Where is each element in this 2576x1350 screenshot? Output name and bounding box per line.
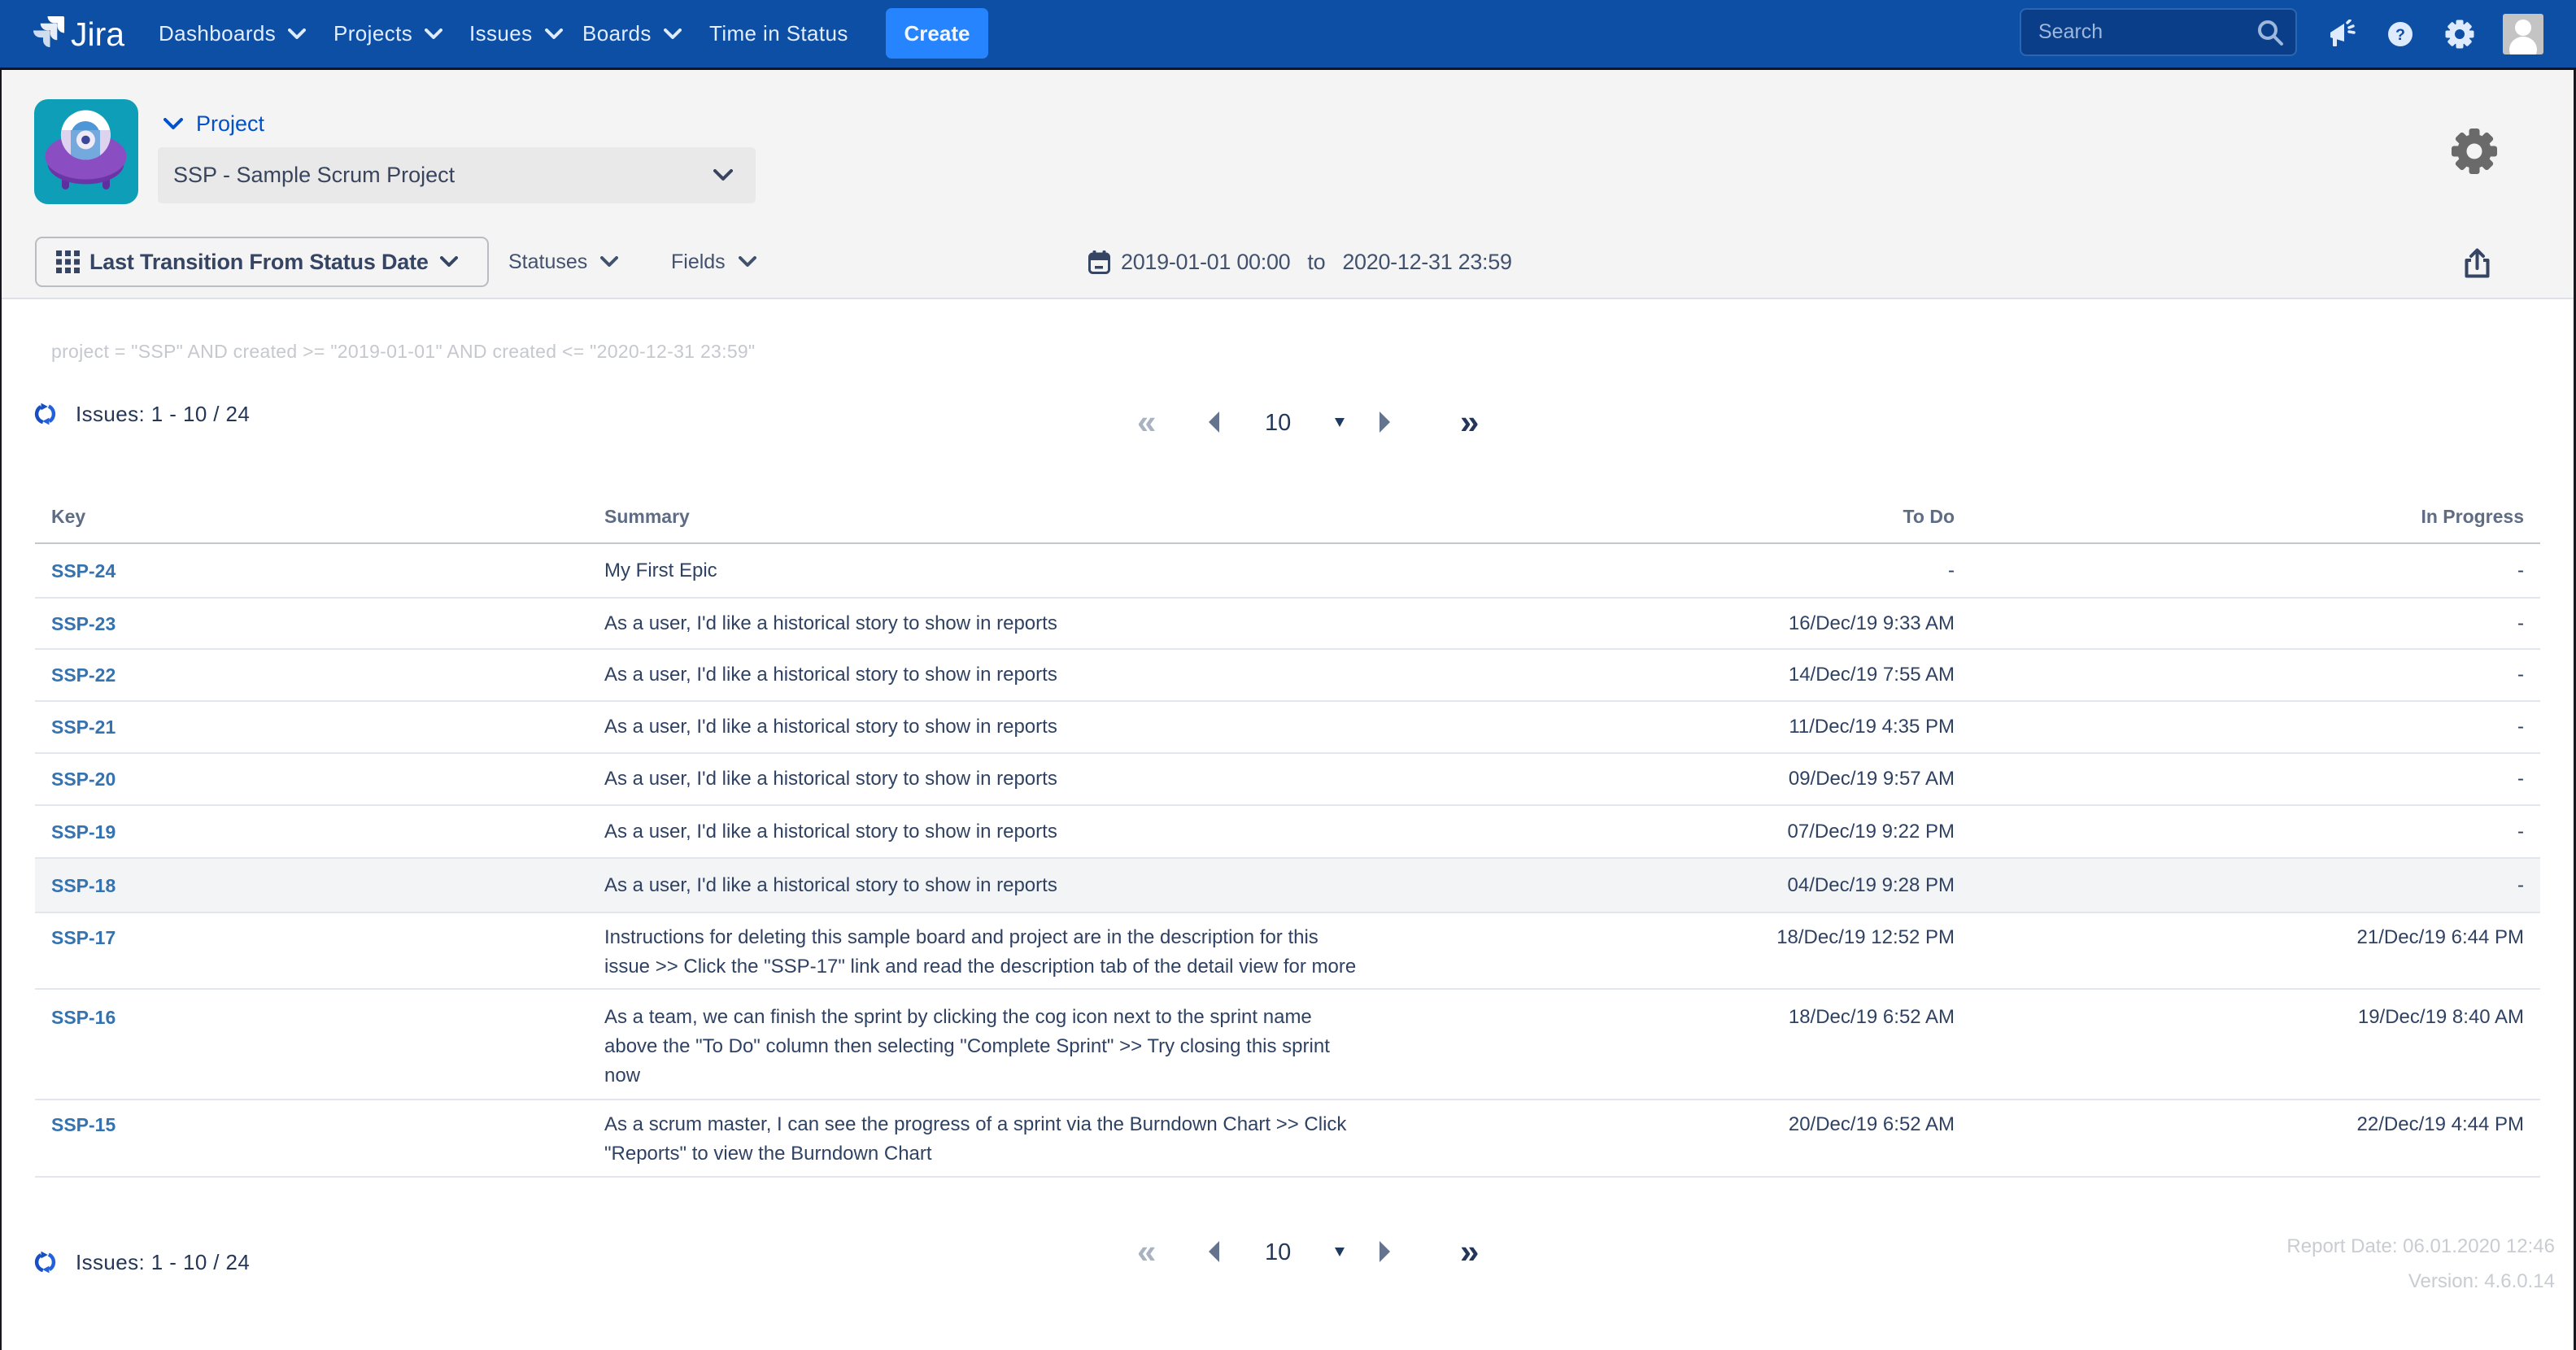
svg-text:?: ? [2395, 26, 2405, 44]
svg-text:Jira: Jira [71, 15, 124, 53]
